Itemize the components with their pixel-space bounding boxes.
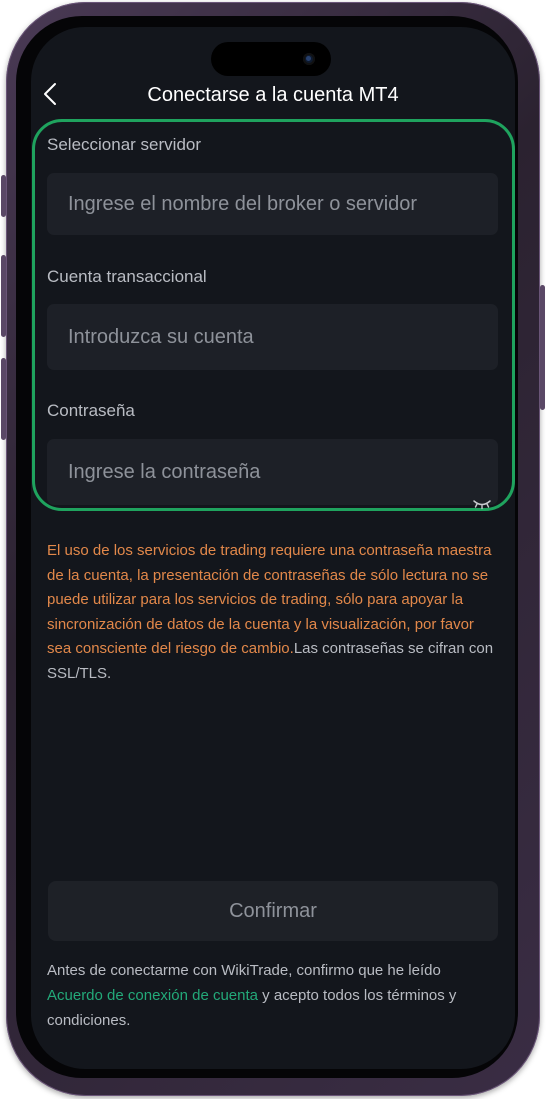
agreement-prefix: Antes de conectarme con WikiTrade, confi… xyxy=(47,962,441,979)
password-label: Contraseña xyxy=(47,401,135,420)
header: Conectarse a la cuenta MT4 xyxy=(31,79,515,115)
account-connection-agreement-link[interactable]: Acuerdo de conexión de cuenta xyxy=(47,987,258,1004)
server-input[interactable] xyxy=(47,173,498,235)
page-title: Conectarse a la cuenta MT4 xyxy=(147,84,399,106)
eye-closed-icon xyxy=(472,497,492,515)
password-input[interactable] xyxy=(47,439,498,505)
confirm-button[interactable]: Confirmar xyxy=(48,881,498,941)
dynamic-island xyxy=(211,42,331,76)
app-screen: Conectarse a la cuenta MT4 Seleccionar s… xyxy=(31,27,515,1069)
account-input[interactable] xyxy=(47,304,498,370)
password-visibility-toggle[interactable] xyxy=(471,498,493,514)
security-notice: El uso de los servicios de trading requi… xyxy=(47,539,497,686)
agreement-text: Antes de conectarme con WikiTrade, confi… xyxy=(47,958,497,1033)
volume-up-button xyxy=(1,255,6,337)
power-button xyxy=(540,285,545,410)
volume-down-button xyxy=(1,358,6,440)
camera-icon xyxy=(303,53,315,65)
action-button xyxy=(1,175,6,217)
account-label: Cuenta transaccional xyxy=(47,267,207,286)
server-label: Seleccionar servidor xyxy=(47,135,202,154)
